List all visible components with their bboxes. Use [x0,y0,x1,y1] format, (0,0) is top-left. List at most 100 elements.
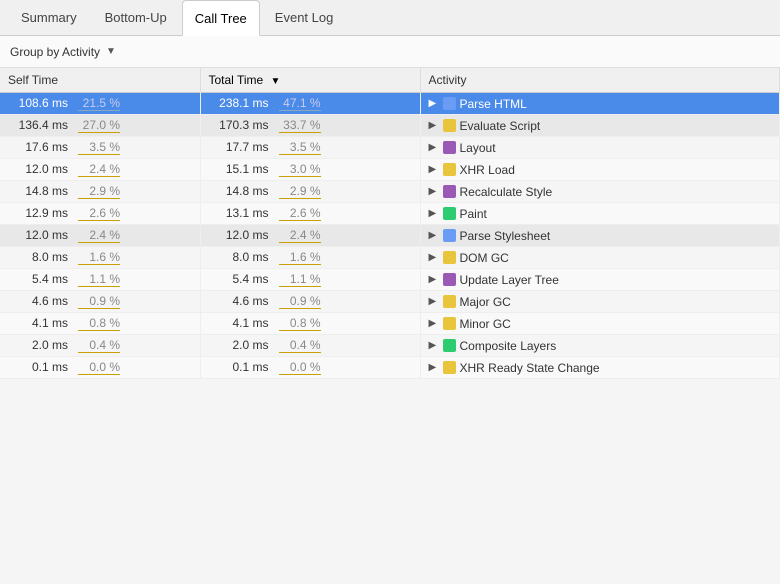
sort-arrow-icon: ▼ [271,76,281,87]
total-time-cell: 0.1 ms 0.0 % [200,357,420,379]
expand-arrow-icon[interactable]: ▶ [429,252,439,263]
activity-name: XHR Ready State Change [460,361,600,375]
activity-cell: ▶ Parse HTML [420,93,780,115]
table-row[interactable]: 2.0 ms 0.4 % 2.0 ms 0.4 % ▶ Composite La… [0,335,780,357]
table-row[interactable]: 14.8 ms 2.9 % 14.8 ms 2.9 % ▶ Recalculat… [0,181,780,203]
expand-arrow-icon[interactable]: ▶ [429,186,439,197]
expand-arrow-icon[interactable]: ▶ [429,362,439,373]
table-header-row: Self Time Total Time ▼ Activity [0,68,780,93]
activity-name: Recalculate Style [460,185,553,199]
col-header-activity[interactable]: Activity [420,68,780,93]
self-time-cell: 14.8 ms 2.9 % [0,181,200,203]
expand-arrow-icon[interactable]: ▶ [429,274,439,285]
table-row[interactable]: 0.1 ms 0.0 % 0.1 ms 0.0 % ▶ XHR Ready St… [0,357,780,379]
activity-cell: ▶ Composite Layers [420,335,780,357]
activity-cell: ▶ Recalculate Style [420,181,780,203]
activity-name: DOM GC [460,251,509,265]
total-time-cell: 170.3 ms 33.7 % [200,115,420,137]
activity-cell: ▶ Parse Stylesheet [420,225,780,247]
total-time-cell: 5.4 ms 1.1 % [200,269,420,291]
activity-color-icon [443,273,456,286]
activity-cell: ▶ DOM GC [420,247,780,269]
table-row[interactable]: 8.0 ms 1.6 % 8.0 ms 1.6 % ▶ DOM GC [0,247,780,269]
tab-call-tree[interactable]: Call Tree [182,0,260,36]
expand-arrow-icon[interactable]: ▶ [429,296,439,307]
self-time-cell: 12.9 ms 2.6 % [0,203,200,225]
tab-bottom-up[interactable]: Bottom-Up [92,0,180,36]
table-row[interactable]: 17.6 ms 3.5 % 17.7 ms 3.5 % ▶ Layout [0,137,780,159]
activity-cell: ▶ XHR Ready State Change [420,357,780,379]
col-header-self-time[interactable]: Self Time [0,68,200,93]
table-row[interactable]: 4.1 ms 0.8 % 4.1 ms 0.8 % ▶ Minor GC [0,313,780,335]
activity-color-icon [443,251,456,264]
self-time-cell: 4.1 ms 0.8 % [0,313,200,335]
total-time-cell: 2.0 ms 0.4 % [200,335,420,357]
activity-name: Parse Stylesheet [460,229,551,243]
table-row[interactable]: 12.9 ms 2.6 % 13.1 ms 2.6 % ▶ Paint [0,203,780,225]
self-time-cell: 2.0 ms 0.4 % [0,335,200,357]
activity-color-icon [443,339,456,352]
tab-summary[interactable]: Summary [8,0,90,36]
table-container: Self Time Total Time ▼ Activity 108.6 ms… [0,68,780,584]
self-time-cell: 12.0 ms 2.4 % [0,159,200,181]
table-row[interactable]: 5.4 ms 1.1 % 5.4 ms 1.1 % ▶ Update Layer… [0,269,780,291]
table-row[interactable]: 12.0 ms 2.4 % 15.1 ms 3.0 % ▶ XHR Load [0,159,780,181]
activity-color-icon [443,163,456,176]
table-row[interactable]: 136.4 ms 27.0 % 170.3 ms 33.7 % ▶ Evalua… [0,115,780,137]
total-time-cell: 8.0 ms 1.6 % [200,247,420,269]
activity-name: Update Layer Tree [460,273,559,287]
activity-color-icon [443,207,456,220]
performance-table: Self Time Total Time ▼ Activity 108.6 ms… [0,68,780,379]
activity-cell: ▶ Minor GC [420,313,780,335]
activity-cell: ▶ XHR Load [420,159,780,181]
expand-arrow-icon[interactable]: ▶ [429,340,439,351]
self-time-cell: 4.6 ms 0.9 % [0,291,200,313]
self-time-cell: 0.1 ms 0.0 % [0,357,200,379]
expand-arrow-icon[interactable]: ▶ [429,142,439,153]
activity-name: Layout [460,141,496,155]
table-row[interactable]: 108.6 ms 21.5 % 238.1 ms 47.1 % ▶ Parse … [0,93,780,115]
activity-cell: ▶ Layout [420,137,780,159]
self-time-cell: 5.4 ms 1.1 % [0,269,200,291]
expand-arrow-icon[interactable]: ▶ [429,120,439,131]
group-by-bar[interactable]: Group by Activity ▼ [0,36,780,68]
table-row[interactable]: 4.6 ms 0.9 % 4.6 ms 0.9 % ▶ Major GC [0,291,780,313]
activity-name: Minor GC [460,317,511,331]
total-time-cell: 12.0 ms 2.4 % [200,225,420,247]
activity-color-icon [443,141,456,154]
self-time-cell: 12.0 ms 2.4 % [0,225,200,247]
activity-color-icon [443,185,456,198]
activity-cell: ▶ Paint [420,203,780,225]
activity-color-icon [443,361,456,374]
activity-color-icon [443,229,456,242]
activity-cell: ▶ Evaluate Script [420,115,780,137]
activity-name: Major GC [460,295,511,309]
expand-arrow-icon[interactable]: ▶ [429,230,439,241]
expand-arrow-icon[interactable]: ▶ [429,318,439,329]
total-time-cell: 15.1 ms 3.0 % [200,159,420,181]
activity-name: Evaluate Script [460,119,541,133]
self-time-cell: 17.6 ms 3.5 % [0,137,200,159]
activity-color-icon [443,317,456,330]
col-header-total-time[interactable]: Total Time ▼ [200,68,420,93]
self-time-cell: 108.6 ms 21.5 % [0,93,200,115]
total-time-cell: 14.8 ms 2.9 % [200,181,420,203]
expand-arrow-icon[interactable]: ▶ [429,98,439,109]
activity-cell: ▶ Major GC [420,291,780,313]
table-row[interactable]: 12.0 ms 2.4 % 12.0 ms 2.4 % ▶ Parse Styl… [0,225,780,247]
self-time-cell: 8.0 ms 1.6 % [0,247,200,269]
activity-name: Composite Layers [460,339,557,353]
tab-bar: Summary Bottom-Up Call Tree Event Log [0,0,780,36]
total-time-cell: 4.1 ms 0.8 % [200,313,420,335]
dropdown-arrow-icon: ▼ [106,46,116,57]
activity-name: Parse HTML [460,97,527,111]
group-by-label: Group by Activity [10,45,100,59]
tab-event-log[interactable]: Event Log [262,0,347,36]
total-time-cell: 238.1 ms 47.1 % [200,93,420,115]
activity-color-icon [443,119,456,132]
expand-arrow-icon[interactable]: ▶ [429,208,439,219]
total-time-cell: 17.7 ms 3.5 % [200,137,420,159]
self-time-cell: 136.4 ms 27.0 % [0,115,200,137]
activity-color-icon [443,97,456,110]
expand-arrow-icon[interactable]: ▶ [429,164,439,175]
